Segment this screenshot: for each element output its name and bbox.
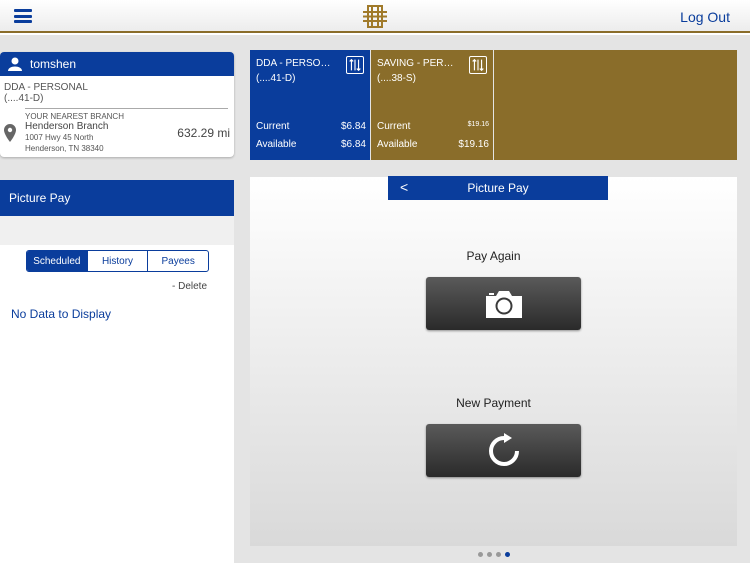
user-card: tomshen DDA - PERSONAL (....41-D) YOUR N… bbox=[0, 52, 234, 157]
tab-payees[interactable]: Payees bbox=[147, 251, 208, 271]
map-pin-icon bbox=[4, 124, 16, 142]
current-label: Current bbox=[377, 121, 411, 132]
main-title-bar: < Picture Pay bbox=[388, 176, 608, 200]
top-bar: Log Out bbox=[0, 0, 750, 33]
account-tile-empty bbox=[494, 50, 737, 160]
current-balance-row: Current $19.16 bbox=[377, 121, 489, 132]
branch-distance: 632.29 mi bbox=[177, 126, 230, 140]
available-label: Available bbox=[256, 139, 297, 150]
available-label: Available bbox=[377, 139, 418, 150]
current-balance-row: Current $6.84 bbox=[256, 121, 366, 132]
bank-logo bbox=[363, 5, 387, 28]
user-icon bbox=[8, 57, 22, 71]
back-button[interactable]: < bbox=[400, 179, 408, 195]
transfer-icon[interactable] bbox=[346, 56, 364, 74]
tab-history[interactable]: History bbox=[86, 251, 148, 271]
pay-again-label: Pay Again bbox=[466, 249, 521, 263]
page-dot[interactable] bbox=[496, 552, 501, 557]
branch-info[interactable]: YOUR NEAREST BRANCH Henderson Branch 100… bbox=[0, 109, 234, 154]
picture-pay-header: Picture Pay bbox=[0, 180, 234, 216]
picture-pay-main: < Picture Pay Pay Again New Payment bbox=[250, 176, 737, 546]
current-balance: $19.16 bbox=[467, 121, 489, 128]
branch-address-line2: Henderson, TN 38340 bbox=[25, 144, 104, 153]
page-dot[interactable] bbox=[487, 552, 492, 557]
picture-pay-toolbar bbox=[0, 216, 234, 245]
account-tile-name: SAVING - PER… bbox=[377, 58, 454, 69]
new-payment-label: New Payment bbox=[456, 396, 531, 410]
camera-icon bbox=[485, 290, 522, 318]
account-name: DDA - PERSONAL bbox=[4, 82, 88, 93]
user-header: tomshen bbox=[0, 52, 234, 76]
menu-icon[interactable] bbox=[14, 9, 32, 23]
main-title: Picture Pay bbox=[467, 181, 529, 195]
pay-again-button[interactable] bbox=[426, 277, 581, 330]
logout-link[interactable]: Log Out bbox=[680, 9, 730, 25]
branch-label: YOUR NEAREST BRANCH bbox=[25, 112, 124, 121]
account-tile-savings[interactable]: SAVING - PER… (....38-S) Current $19.16 … bbox=[371, 50, 493, 160]
empty-state-text: No Data to Display bbox=[11, 307, 112, 321]
current-label: Current bbox=[256, 121, 290, 132]
available-balance-row: Available $6.84 bbox=[256, 139, 366, 150]
tab-scheduled[interactable]: Scheduled bbox=[27, 251, 87, 271]
available-balance-row: Available $19.16 bbox=[377, 139, 489, 150]
account-number: (....41-D) bbox=[4, 93, 44, 104]
page-indicator bbox=[478, 552, 510, 557]
current-balance: $6.84 bbox=[340, 121, 366, 132]
page-dot[interactable] bbox=[505, 552, 510, 557]
transfer-icon[interactable] bbox=[469, 56, 487, 74]
delete-button[interactable]: - Delete bbox=[172, 281, 207, 292]
new-payment-button[interactable] bbox=[426, 424, 581, 477]
refresh-icon bbox=[488, 432, 519, 466]
account-tile-number: (....38-S) bbox=[377, 73, 416, 84]
account-tile-name: DDA - PERSO… bbox=[256, 58, 331, 69]
picture-pay-panel: Picture Pay Scheduled History Payees - D… bbox=[0, 180, 234, 563]
available-balance: $19.16 bbox=[458, 139, 489, 150]
account-tile-number: (....41-D) bbox=[256, 73, 296, 84]
user-name: tomshen bbox=[30, 57, 77, 71]
available-balance: $6.84 bbox=[340, 139, 366, 150]
page-dot[interactable] bbox=[478, 552, 483, 557]
account-tile-checking[interactable]: DDA - PERSO… (....41-D) Current $6.84 Av… bbox=[250, 50, 370, 160]
picture-pay-tabs: Scheduled History Payees bbox=[26, 250, 209, 272]
